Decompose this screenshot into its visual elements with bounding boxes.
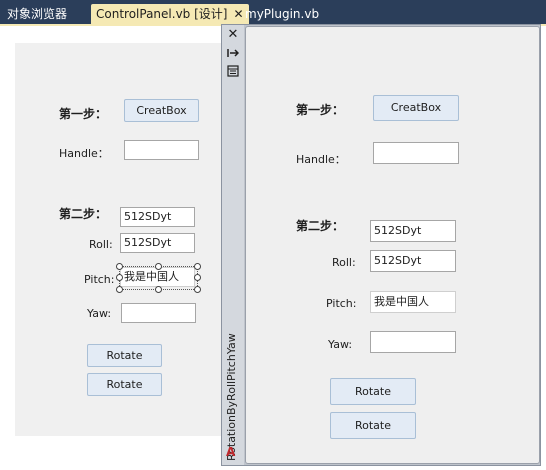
roll-field[interactable]: 512SDyt (120, 233, 195, 253)
step2-label: 第二步： (59, 207, 108, 221)
rotate-button-1[interactable]: Rotate (330, 378, 416, 405)
design-form[interactable]: 第一步： CreatBox Handle： 第二步： 512SDyt Roll:… (15, 43, 245, 436)
tab-label: ControlPanel.vb [设计] (96, 7, 228, 21)
resize-handle[interactable] (155, 263, 162, 270)
creatbox-button[interactable]: CreatBox (124, 99, 199, 122)
tab-control-panel-design[interactable]: ControlPanel.vb [设计] ✕ (91, 4, 249, 24)
roll-label: Roll: (89, 238, 113, 251)
tab-object-browser[interactable]: 对象浏览器 (2, 5, 72, 24)
step2-label: 第二步： (296, 219, 345, 233)
rotate-button-2[interactable]: Rotate (87, 373, 162, 396)
step2-field[interactable]: 512SDyt (120, 207, 195, 227)
resize-handle[interactable] (194, 286, 201, 293)
pitch-label: Pitch: (326, 297, 357, 310)
handle-label: Handle： (59, 147, 109, 160)
step2-field[interactable]: 512SDyt (370, 220, 456, 242)
pin-icon[interactable] (227, 47, 240, 59)
roll-label: Roll: (332, 256, 356, 269)
properties-icon[interactable] (227, 65, 239, 77)
autocad-logo-icon: A (226, 445, 236, 459)
handle-label: Handle： (296, 153, 346, 166)
yaw-field[interactable] (370, 331, 456, 353)
palette-title-strip[interactable]: ✕ RotationByRollPitchYaw A (222, 25, 244, 465)
resize-handle[interactable] (155, 286, 162, 293)
step1-label: 第一步： (59, 107, 108, 121)
palette-content: 第一步： CreatBox Handle： 第二步： 512SDyt Roll:… (245, 26, 540, 464)
resize-handle[interactable] (116, 263, 123, 270)
handle-field[interactable] (373, 142, 459, 164)
resize-handle[interactable] (116, 286, 123, 293)
close-icon[interactable]: ✕ (227, 28, 239, 41)
pitch-label: Pitch: (84, 273, 115, 286)
step1-label: 第一步： (296, 103, 345, 117)
rotate-button-1[interactable]: Rotate (87, 344, 162, 367)
yaw-field[interactable] (121, 303, 196, 323)
yaw-label: Yaw: (328, 338, 353, 351)
resize-handle[interactable] (194, 263, 201, 270)
tab-label: myPlugin.vb (245, 7, 320, 21)
yaw-label: Yaw: (87, 307, 112, 320)
rotate-button-2[interactable]: Rotate (330, 412, 416, 439)
resize-handle[interactable] (116, 274, 123, 281)
tab-myplugin[interactable]: myPlugin.vb (240, 5, 324, 24)
creatbox-button[interactable]: CreatBox (373, 95, 459, 121)
rotation-palette-window: ✕ RotationByRollPitchYaw A 第一步： CreatBox… (221, 24, 541, 466)
tab-label: 对象浏览器 (7, 7, 68, 21)
resize-handle[interactable] (194, 274, 201, 281)
roll-field[interactable]: 512SDyt (370, 250, 456, 272)
pitch-field[interactable]: 我是中国人 (370, 291, 456, 313)
handle-field[interactable] (124, 140, 199, 160)
document-tab-strip: 对象浏览器 ControlPanel.vb [设计] ✕ myPlugin.vb (0, 0, 546, 26)
